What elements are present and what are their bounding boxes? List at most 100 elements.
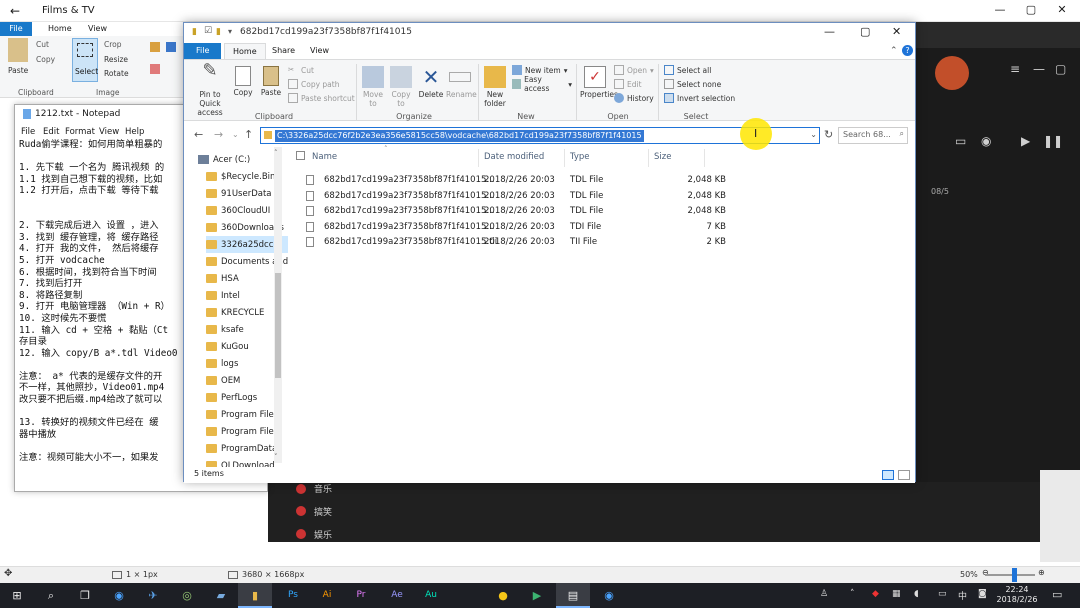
tree-item[interactable]: HSA: [206, 270, 296, 287]
notepad-menu-format[interactable]: Format: [65, 127, 95, 137]
app-icon[interactable]: ●: [486, 583, 520, 608]
notepad-menu-file[interactable]: File: [21, 127, 35, 137]
tree-item[interactable]: ProgramData: [206, 440, 296, 457]
recent-locations-icon[interactable]: ⌄: [232, 130, 239, 139]
column-header-date[interactable]: Date modified: [484, 152, 544, 162]
maximize-icon[interactable]: ▢: [860, 25, 870, 38]
after-effects-icon[interactable]: Ae: [380, 583, 414, 608]
file-row[interactable]: 682bd17cd199a23f7358bf87f1f41015.tii 2018…: [306, 235, 726, 250]
antivirus-icon[interactable]: ◆: [872, 589, 879, 599]
copy-to-button[interactable]: Copy to: [388, 66, 414, 108]
show-hidden-icons-icon[interactable]: ˄: [850, 589, 855, 599]
tree-item[interactable]: 360Downloads: [206, 219, 296, 236]
maximize-icon[interactable]: ▢: [1017, 3, 1045, 19]
large-icons-view-icon[interactable]: [898, 470, 910, 480]
keyboard-icon[interactable]: ▭: [938, 589, 947, 599]
app-icon[interactable]: ◎: [170, 583, 204, 608]
tree-item[interactable]: KRECYCLE: [206, 304, 296, 321]
easy-access-button[interactable]: Easy access ▾: [512, 75, 572, 93]
tree-item[interactable]: PerfLogs: [206, 389, 296, 406]
tray-app-icon[interactable]: ◙: [978, 589, 987, 599]
details-view-icon[interactable]: [882, 470, 894, 480]
paint-copy-button[interactable]: Copy: [36, 55, 55, 64]
properties-quick-icon[interactable]: ☑: [204, 26, 212, 36]
avatar[interactable]: [935, 56, 969, 90]
column-separator[interactable]: [704, 149, 705, 167]
navigation-scrollbar-thumb[interactable]: [275, 273, 281, 378]
paint-tab-view[interactable]: View: [88, 24, 107, 33]
tree-item[interactable]: OEM: [206, 372, 296, 389]
network-icon[interactable]: ▦: [892, 589, 901, 599]
paste-shortcut-button[interactable]: Paste shortcut: [288, 91, 356, 105]
new-folder-button[interactable]: New folder: [482, 66, 508, 108]
task-view-icon[interactable]: ❐: [68, 583, 102, 608]
properties-button[interactable]: ✓ Properties: [580, 66, 618, 99]
pencil-icon[interactable]: [150, 42, 160, 52]
forward-arrow-icon[interactable]: →: [214, 128, 223, 141]
zoom-in-icon[interactable]: ⊕: [1038, 568, 1045, 577]
tree-item[interactable]: Intel: [206, 287, 296, 304]
file-row[interactable]: 682bd17cd199a23f7358bf87f1f41015... 2018/…: [306, 220, 726, 235]
cut-button[interactable]: ✂ Cut: [288, 63, 356, 77]
restore-icon[interactable]: ▢: [1055, 62, 1066, 76]
app-icon[interactable]: ✈: [136, 583, 170, 608]
up-arrow-icon[interactable]: ↑: [244, 128, 253, 141]
close-icon[interactable]: ✕: [892, 25, 901, 38]
people-icon[interactable]: ♙: [820, 589, 828, 599]
minimize-icon[interactable]: —: [824, 25, 835, 38]
tree-item[interactable]: 3326a25dcc7: [206, 236, 296, 253]
input-method-indicator[interactable]: 中: [958, 589, 967, 602]
select-all-button[interactable]: Select all: [664, 63, 736, 77]
tab-view[interactable]: View: [302, 43, 337, 59]
zoom-slider-thumb[interactable]: [1012, 568, 1017, 582]
address-bar[interactable]: C:\3326a25dcc76f2b2e3ea356e5815cc58\vodc…: [260, 127, 820, 144]
column-separator[interactable]: [648, 149, 649, 167]
paint-cut-button[interactable]: Cut: [36, 40, 49, 49]
column-header-size[interactable]: Size: [654, 152, 671, 162]
file-row[interactable]: 682bd17cd199a23f7358bf87f1f41015... 2018/…: [306, 189, 726, 204]
tree-item[interactable]: Documents and: [206, 253, 296, 270]
audition-icon[interactable]: Au: [414, 583, 448, 608]
browser-icon[interactable]: ◉: [592, 583, 626, 608]
pin-to-quick-access-button[interactable]: ✎ Pin to Quick access: [188, 62, 232, 118]
fill-icon[interactable]: [166, 42, 176, 52]
column-header-type[interactable]: Type: [570, 152, 590, 162]
address-dropdown-icon[interactable]: ⌄: [810, 130, 817, 139]
open-button[interactable]: Open ▾: [614, 63, 658, 77]
search-icon[interactable]: ⌕: [34, 583, 68, 608]
tab-file[interactable]: File: [184, 43, 222, 59]
tree-item[interactable]: Program Files: [206, 423, 296, 440]
media-player-icon[interactable]: ▶: [520, 583, 554, 608]
delete-button[interactable]: ✕ Delete: [418, 66, 444, 99]
tree-item[interactable]: Program Files: [206, 406, 296, 423]
new-folder-quick-icon[interactable]: ▮: [216, 27, 221, 37]
play-icon[interactable]: ▶: [1021, 134, 1030, 148]
category-item[interactable]: 娱乐: [314, 528, 332, 541]
file-row[interactable]: 682bd17cd199a23f7358bf87f1f41015... 2018/…: [306, 173, 726, 188]
illustrator-icon[interactable]: Ai: [310, 583, 344, 608]
customize-qat-icon[interactable]: ▾: [228, 27, 232, 36]
tree-item[interactable]: logs: [206, 355, 296, 372]
close-icon[interactable]: ✕: [1048, 3, 1076, 19]
tab-share[interactable]: Share: [264, 43, 303, 59]
paint-rotate-button[interactable]: Rotate: [104, 69, 129, 78]
pause-icon[interactable]: ❚❚: [1043, 134, 1063, 148]
zoom-slider[interactable]: [985, 574, 1035, 576]
rename-button[interactable]: Rename: [446, 66, 477, 99]
menu-icon[interactable]: ≡: [1010, 62, 1020, 76]
notification-icon[interactable]: ▭: [1052, 588, 1062, 601]
back-arrow-icon[interactable]: ←: [194, 128, 203, 141]
eraser-icon[interactable]: [150, 64, 160, 74]
refresh-icon[interactable]: ↻: [824, 128, 833, 141]
paint-paste-button[interactable]: Paste: [8, 66, 28, 75]
browser-360-icon[interactable]: ◉: [102, 583, 136, 608]
tree-item[interactable]: KuGou: [206, 338, 296, 355]
tree-item[interactable]: ksafe: [206, 321, 296, 338]
scroll-up-icon[interactable]: ˄: [274, 149, 278, 157]
move-to-button[interactable]: Move to: [360, 66, 386, 108]
notepad-menu-edit[interactable]: Edit: [43, 127, 59, 137]
help-icon[interactable]: ?: [902, 45, 913, 56]
start-button[interactable]: ⊞: [0, 583, 34, 608]
column-separator[interactable]: [478, 149, 479, 167]
back-arrow-icon[interactable]: ←: [10, 4, 20, 18]
